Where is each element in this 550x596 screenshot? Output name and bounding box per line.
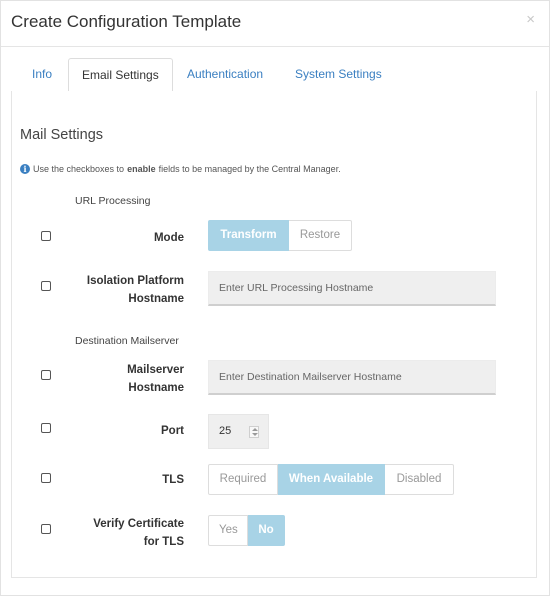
group-label-url-processing: URL Processing: [75, 195, 151, 207]
port-input[interactable]: 25: [208, 414, 269, 449]
isolation-hostname-input[interactable]: Enter URL Processing Hostname: [208, 271, 496, 306]
close-icon[interactable]: ×: [526, 11, 535, 28]
hint-bold: enable: [127, 164, 156, 174]
tls-toggle-group: Required When Available Disabled: [208, 464, 454, 495]
isolation-hostname-enable-checkbox[interactable]: [41, 281, 51, 291]
tls-enable-checkbox[interactable]: [41, 473, 51, 483]
mailserver-hostname-enable-checkbox[interactable]: [41, 370, 51, 380]
tab-authentication[interactable]: Authentication: [174, 58, 276, 92]
hint-text: i Use the checkboxes to enable fields to…: [20, 164, 341, 174]
verify-cert-label-line1: Verify Certificate: [93, 518, 184, 530]
verify-cert-label-line2: for TLS: [143, 536, 184, 548]
verify-cert-option-no[interactable]: No: [248, 515, 285, 546]
verify-cert-label: Verify Certificate for TLS: [72, 515, 184, 551]
spinner-down-icon[interactable]: [252, 433, 258, 436]
group-label-destination-mailserver: Destination Mailserver: [75, 335, 179, 347]
tls-option-when-available[interactable]: When Available: [278, 464, 385, 495]
modal-header: Create Configuration Template ×: [1, 1, 549, 47]
spinner-up-icon[interactable]: [252, 428, 258, 431]
verify-cert-enable-checkbox[interactable]: [41, 524, 51, 534]
isolation-hostname-label-line2: Hostname: [128, 293, 184, 305]
tab-system-settings[interactable]: System Settings: [282, 58, 395, 92]
mailserver-hostname-label-line1: Mailserver: [127, 364, 184, 376]
hint-pre: Use the checkboxes to: [33, 164, 125, 174]
configuration-template-modal: Create Configuration Template × Info Ema…: [0, 0, 550, 596]
verify-cert-toggle-group: Yes No: [208, 515, 285, 546]
mailserver-hostname-label: Mailserver Hostname: [72, 361, 184, 397]
port-enable-checkbox[interactable]: [41, 423, 51, 433]
tab-info[interactable]: Info: [19, 58, 65, 92]
tls-option-disabled[interactable]: Disabled: [385, 464, 454, 495]
port-value: 25: [219, 425, 232, 437]
info-icon: i: [20, 164, 30, 174]
mailserver-hostname-label-line2: Hostname: [128, 382, 184, 394]
port-label: Port: [161, 425, 184, 437]
hint-post: fields to be managed by the Central Mana…: [158, 164, 341, 174]
tab-bar: Info Email Settings Authentication Syste…: [11, 58, 537, 93]
verify-cert-option-yes[interactable]: Yes: [208, 515, 248, 546]
mode-option-transform[interactable]: Transform: [208, 220, 289, 251]
tls-option-required[interactable]: Required: [208, 464, 278, 495]
mode-label: Mode: [153, 232, 184, 244]
isolation-hostname-label-line1: Isolation Platform: [86, 275, 184, 287]
mode-enable-checkbox[interactable]: [41, 231, 51, 241]
email-settings-panel: Mail Settings i Use the checkboxes to en…: [11, 91, 537, 578]
tls-label: TLS: [162, 474, 184, 486]
mode-option-restore[interactable]: Restore: [289, 220, 352, 251]
section-title: Mail Settings: [20, 127, 104, 143]
mailserver-hostname-input[interactable]: Enter Destination Mailserver Hostname: [208, 360, 496, 395]
port-spinner[interactable]: [249, 426, 259, 438]
modal-title: Create Configuration Template: [11, 12, 242, 31]
isolation-hostname-label: Isolation Platform Hostname: [72, 272, 184, 308]
mode-toggle-group: Transform Restore: [208, 220, 352, 251]
tab-email-settings[interactable]: Email Settings: [68, 58, 173, 93]
